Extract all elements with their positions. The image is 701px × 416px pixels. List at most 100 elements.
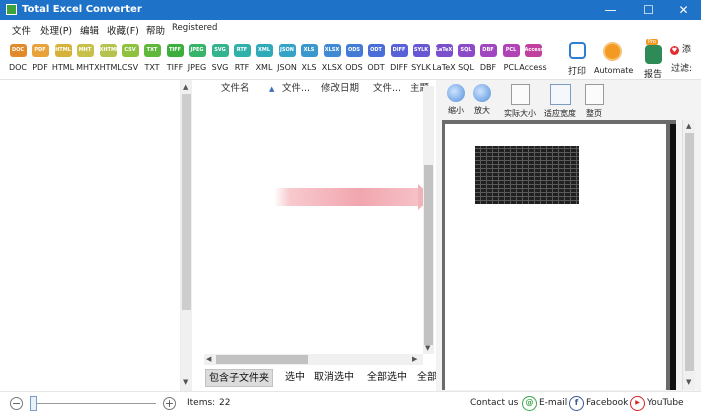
format-button-csv[interactable]: CSV CSV <box>119 44 141 78</box>
menu-file[interactable]: 文件 <box>12 23 31 37</box>
format-button-xml[interactable]: XML XML <box>253 44 275 78</box>
format-button-access[interactable]: Access Access <box>519 44 547 78</box>
format-button-mht[interactable]: MHT MHT <box>74 44 96 78</box>
youtube-icon: ▶ <box>630 396 645 411</box>
column-filetype[interactable]: 文件... <box>282 82 310 98</box>
report-icon <box>644 45 662 64</box>
format-button-xlsx[interactable]: XLSX XLSX <box>321 44 343 78</box>
diff-icon: DIFF <box>390 44 408 57</box>
zoom-slider-track[interactable] <box>34 403 156 404</box>
file-list-panel[interactable]: 文件名 ▲ 文件... 修改日期 文件... 主题 ▼ ◀ ▶ 包含子文件夹 选… <box>192 80 436 391</box>
all-button[interactable]: 全部 <box>414 369 436 387</box>
xml-icon: XML <box>255 44 273 57</box>
print-button[interactable]: 打印 <box>565 42 589 77</box>
format-button-sql[interactable]: SQL SQL <box>455 44 477 78</box>
automate-button[interactable]: Automate <box>594 42 633 75</box>
format-label: Access <box>519 63 547 72</box>
format-button-dbf[interactable]: DBF DBF <box>477 44 499 78</box>
email-link[interactable]: E-mail <box>539 398 567 408</box>
format-button-diff[interactable]: DIFF DIFF <box>388 44 410 78</box>
scroll-down-arrow[interactable]: ▼ <box>183 378 188 386</box>
format-button-doc[interactable]: DOC DOC <box>7 44 29 78</box>
format-button-svg[interactable]: SVG SVG <box>209 44 231 78</box>
menu-process[interactable]: 处理(P) <box>40 23 72 37</box>
scroll-down-arrow[interactable]: ▼ <box>686 378 691 386</box>
scroll-right-arrow[interactable]: ▶ <box>412 355 417 363</box>
contact-us-link[interactable]: Contact us <box>470 398 518 408</box>
minimize-button[interactable]: — <box>593 0 628 20</box>
facebook-icon: f <box>569 396 584 411</box>
whole-page-icon <box>584 84 604 105</box>
sql-icon: SQL <box>457 44 475 57</box>
zoom-slider-handle[interactable] <box>30 396 37 411</box>
column-filename[interactable]: 文件名 <box>221 82 250 98</box>
scroll-up-arrow[interactable]: ▲ <box>686 122 691 130</box>
file-list-horizontal-scrollbar[interactable]: ◀ ▶ <box>204 354 423 365</box>
zoom-out-icon <box>447 84 465 102</box>
format-button-pcl[interactable]: PCL PCL <box>500 44 522 78</box>
scroll-left-arrow[interactable]: ◀ <box>206 355 211 363</box>
fit-width-button[interactable]: 适应宽度 <box>542 84 578 119</box>
include-subfolders-button[interactable]: 包含子文件夹 <box>205 369 273 387</box>
format-button-xls[interactable]: XLS XLS <box>298 44 320 78</box>
format-button-rtf[interactable]: RTF RTF <box>231 44 253 78</box>
format-button-tiff[interactable]: TIFF TIFF <box>164 44 186 78</box>
maximize-button[interactable]: ☐ <box>631 0 666 20</box>
preview-canvas[interactable] <box>442 120 676 390</box>
tiff-icon: TIFF <box>166 44 184 57</box>
check-button[interactable]: 选中 <box>282 369 308 387</box>
scroll-thumb[interactable] <box>216 355 308 364</box>
format-button-json[interactable]: JSON JSON <box>276 44 298 78</box>
format-button-xhtml[interactable]: XHTMLXHTML <box>94 44 122 78</box>
close-button[interactable]: ✕ <box>666 0 701 20</box>
jpeg-icon: JPEG <box>188 44 206 57</box>
window-title: Total Excel Converter <box>22 4 142 15</box>
whole-page-button[interactable]: 整页 <box>582 84 606 119</box>
zoom-in-button[interactable]: 放大 <box>471 84 493 116</box>
report-button[interactable]: Pro 报告 <box>641 39 665 80</box>
title-bar: Total Excel Converter — ☐ ✕ <box>0 0 701 20</box>
svg-icon: SVG <box>211 44 229 57</box>
file-list-vertical-scrollbar[interactable]: ▼ <box>423 86 434 354</box>
preview-vertical-scrollbar[interactable]: ▲ ▼ <box>682 120 695 390</box>
check-all-button[interactable]: 全部选中 <box>364 369 410 387</box>
scroll-up-arrow[interactable]: ▲ <box>183 83 188 91</box>
folder-tree-scrollbar[interactable]: ▲ ▼ <box>181 80 192 391</box>
facebook-link[interactable]: Facebook <box>586 398 628 408</box>
menu-edit[interactable]: 编辑 <box>80 23 99 37</box>
menu-help[interactable]: 帮助 <box>146 23 165 37</box>
actual-size-button[interactable]: 实际大小 <box>502 84 538 119</box>
format-button-ods[interactable]: ODS ODS <box>343 44 365 78</box>
column-filesize[interactable]: 文件... <box>373 82 401 98</box>
pcl-icon: PCL <box>502 44 520 57</box>
status-bar: − + Items: 22 Contact us @ E-mail f Face… <box>0 391 701 416</box>
txt-icon: TXT <box>143 44 161 57</box>
add-favorite-button[interactable]: ♥ 添 <box>670 42 701 56</box>
zoom-plus-button[interactable]: + <box>163 397 176 410</box>
scroll-down-arrow[interactable]: ▼ <box>425 344 430 352</box>
ods-icon: ODS <box>345 44 363 57</box>
format-button-latex[interactable]: LaTeX LaTeX <box>432 44 456 78</box>
csv-icon: CSV <box>121 44 139 57</box>
zoom-out-button[interactable]: 缩小 <box>445 84 467 116</box>
scroll-thumb[interactable] <box>182 94 191 310</box>
scroll-thumb[interactable] <box>685 133 694 371</box>
format-button-txt[interactable]: TXT TXT <box>141 44 163 78</box>
zoom-minus-button[interactable]: − <box>10 397 23 410</box>
format-button-pdf[interactable]: PDF PDF <box>29 44 51 78</box>
actual-size-icon <box>510 84 530 105</box>
format-button-jpeg[interactable]: JPEG JPEG <box>186 44 208 78</box>
html-icon: HTML <box>54 44 72 57</box>
uncheck-button[interactable]: 取消选中 <box>311 369 357 387</box>
scroll-thumb[interactable] <box>424 165 433 345</box>
menu-favorites[interactable]: 收藏(F) <box>107 23 139 37</box>
fit-width-icon <box>549 84 571 105</box>
column-modified-date[interactable]: 修改日期 <box>321 82 359 98</box>
format-button-sylk[interactable]: SYLK SYLK <box>410 44 432 78</box>
youtube-link[interactable]: YouTube <box>647 398 684 408</box>
pdf-icon: PDF <box>31 44 49 57</box>
filter-label: 过滤: <box>671 64 693 74</box>
folder-tree-panel[interactable] <box>0 80 181 391</box>
format-button-html[interactable]: HTML HTML <box>52 44 74 78</box>
format-button-odt[interactable]: ODT ODT <box>365 44 387 78</box>
